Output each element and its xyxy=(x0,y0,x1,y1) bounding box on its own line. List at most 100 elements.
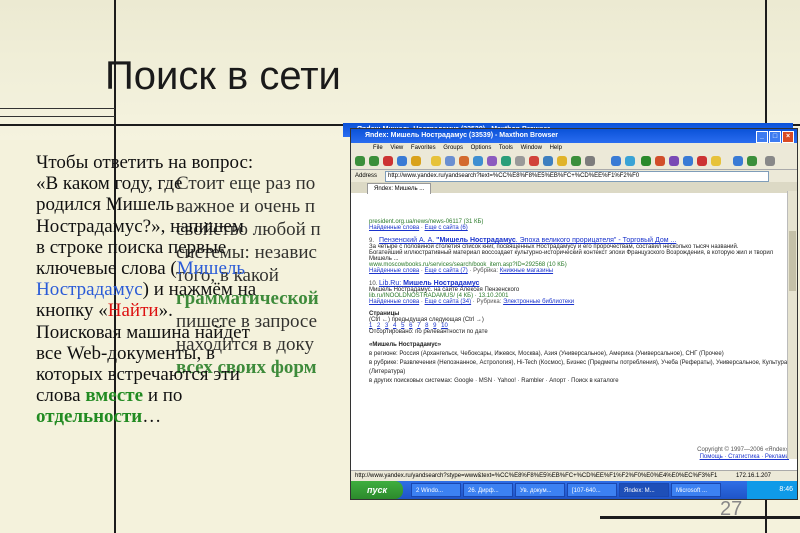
search-result: president.org.ua/news/news-06117 (31 КБ)… xyxy=(369,219,789,231)
forward-icon[interactable] xyxy=(369,156,379,166)
window-title-bar: Яndex: Мишель Нострадамус (33539) - Maxt… xyxy=(351,129,797,143)
result-title-part: Lib.Ru: xyxy=(379,280,404,287)
more-from-site-link[interactable]: Еще с сайта (6) xyxy=(425,225,468,231)
sort-options[interactable]: Отсортировано: по релевантности по дате xyxy=(369,329,789,335)
slide-number: 27 xyxy=(720,498,743,520)
menu-options[interactable]: Options xyxy=(471,145,492,151)
related-search: «Мишель Нострадамус» в регионе: Россия (… xyxy=(369,341,789,386)
status-bar: http://www.yandex.ru/yandsearch?stype=ww… xyxy=(351,470,797,481)
body-span: ключевые слова ( xyxy=(36,258,177,280)
tool-icon[interactable] xyxy=(669,156,679,166)
close-button[interactable]: × xyxy=(782,131,794,143)
tool-icon[interactable] xyxy=(641,156,651,166)
result-title-link[interactable]: Пензенский А. А. "Мишель Нострадамус. Эп… xyxy=(379,237,676,244)
window-title: Яndex: Мишель Нострадамус (33539) - Maxt… xyxy=(365,132,558,139)
result-title-link[interactable]: Lib.Ru: Мишель Нострадамус xyxy=(379,280,479,287)
scrollbar-thumb[interactable] xyxy=(789,231,796,291)
stop-icon[interactable] xyxy=(383,156,393,166)
tool-icon[interactable] xyxy=(733,156,743,166)
search-result: 10. Lib.Ru: Мишель Нострадамус Мишель Нос… xyxy=(369,280,789,305)
related-regions[interactable]: в регионе: Россия (Архангельск, Чебоксар… xyxy=(369,350,789,359)
address-input[interactable]: http://www.yandex.ru/yandsearch?text=%CC… xyxy=(385,171,769,182)
found-words-link[interactable]: Найденные слова xyxy=(369,268,419,274)
related-rubric[interactable]: в рубрике: Развлечения (Непознанное, Аст… xyxy=(369,359,789,377)
zoom-icon[interactable] xyxy=(487,156,497,166)
print-icon[interactable] xyxy=(515,156,525,166)
slide-title: Поиск в сети xyxy=(105,54,341,98)
folder-icon[interactable] xyxy=(557,156,567,166)
taskbar-item-active[interactable]: Яndex: М... xyxy=(619,483,669,497)
separately-highlight: отдельности xyxy=(36,406,143,428)
favorites-icon[interactable] xyxy=(431,156,441,166)
system-tray-clock: 8:46 xyxy=(747,481,797,499)
more-from-site-link[interactable]: Еще с сайта (7) xyxy=(425,268,468,274)
body-span: кнопку « xyxy=(36,300,108,322)
menu-file[interactable]: File xyxy=(373,145,383,151)
maximize-button[interactable]: □ xyxy=(769,131,781,143)
related-other-engines[interactable]: в других поисковых системах: Google · MS… xyxy=(369,377,789,386)
search-result: 9. Пензенский А. А. "Мишель Нострадамус. … xyxy=(369,237,789,274)
menu-tools[interactable]: Tools xyxy=(499,145,513,151)
body-line: родился Мишель xyxy=(36,194,174,216)
menu-groups[interactable]: Groups xyxy=(443,145,463,151)
settings-icon[interactable] xyxy=(585,156,595,166)
body-line: которых встречаются эти xyxy=(36,364,240,386)
status-ip: 172.16.1.207 xyxy=(735,473,771,479)
minimize-button[interactable]: _ xyxy=(756,131,768,143)
tool-icon[interactable] xyxy=(711,156,721,166)
result-title-line: 10. Lib.Ru: Мишель Нострадамус xyxy=(369,280,789,287)
history-icon[interactable] xyxy=(445,156,455,166)
toolbar xyxy=(351,153,797,170)
taskbar-item[interactable]: Ув. докум... xyxy=(515,483,565,497)
body-span: слова xyxy=(36,385,86,407)
taskbar-item[interactable]: 2 Windo... xyxy=(411,483,461,497)
tool-icon[interactable] xyxy=(611,156,621,166)
together-highlight: вместе xyxy=(85,385,144,407)
tool-icon[interactable] xyxy=(625,156,635,166)
result-footer: Найденные слова · Еще с сайта (6) xyxy=(369,225,468,231)
tool-icon[interactable] xyxy=(655,156,665,166)
taskbar-item[interactable]: Microsoft ... xyxy=(671,483,721,497)
vertical-scrollbar[interactable] xyxy=(787,191,797,459)
found-words-link[interactable]: Найденные слова xyxy=(369,299,419,305)
menu-help[interactable]: Help xyxy=(550,145,562,151)
menu-view[interactable]: View xyxy=(390,145,403,151)
tool-icon[interactable] xyxy=(747,156,757,166)
mail-icon[interactable] xyxy=(501,156,511,166)
plugin-icon[interactable] xyxy=(571,156,581,166)
body-span: … xyxy=(142,406,162,428)
body-line: отдельности… xyxy=(36,406,366,427)
more-from-site-link[interactable]: Еще с сайта (34) xyxy=(425,299,472,305)
find-button-highlight: Найти xyxy=(107,300,159,322)
header-tick-line xyxy=(0,108,115,109)
taskbar-item[interactable]: [107-640... xyxy=(567,483,617,497)
tab-yandex[interactable]: Яndex: Мишель ... xyxy=(367,183,432,194)
tool-icon[interactable] xyxy=(683,156,693,166)
footer-links[interactable]: Помощь · Статистика · Реклама xyxy=(697,454,789,461)
status-url: http://www.yandex.ru/yandsearch?stype=ww… xyxy=(355,473,718,479)
search-icon[interactable] xyxy=(473,156,483,166)
feed-icon[interactable] xyxy=(459,156,469,166)
back-icon[interactable] xyxy=(355,156,365,166)
tool-icon[interactable] xyxy=(765,156,775,166)
window-icon[interactable] xyxy=(543,156,553,166)
body-line: кнопку «Найти». xyxy=(36,300,366,321)
menu-favorites[interactable]: Favorites xyxy=(411,145,436,151)
taskbar-item[interactable]: 26. Дирф... xyxy=(463,483,513,497)
body-line: в строке поиска первые xyxy=(36,236,227,258)
body-line: все Web-документы, в xyxy=(36,342,215,364)
body-line: ключевые слова (Мишель xyxy=(36,258,366,279)
popup-block-icon[interactable] xyxy=(529,156,539,166)
refresh-icon[interactable] xyxy=(397,156,407,166)
menu-bar: File View Favorites Groups Options Tools… xyxy=(351,143,797,153)
result-title-part: Пензенский А. А. xyxy=(379,237,437,244)
home-icon[interactable] xyxy=(411,156,421,166)
menu-window[interactable]: Window xyxy=(521,145,542,151)
body-line: Нострадамус?», напишем xyxy=(36,215,244,237)
slide-body-text: Чтобы ответить на вопрос: «В каком году,… xyxy=(36,152,366,428)
found-words-link[interactable]: Найденные слова xyxy=(369,225,419,231)
start-button[interactable]: пуск xyxy=(351,481,403,499)
rubric-link[interactable]: Электронные библиотеки xyxy=(503,299,574,305)
tool-icon[interactable] xyxy=(697,156,707,166)
rubric-link[interactable]: Книжные магазины xyxy=(500,268,553,274)
